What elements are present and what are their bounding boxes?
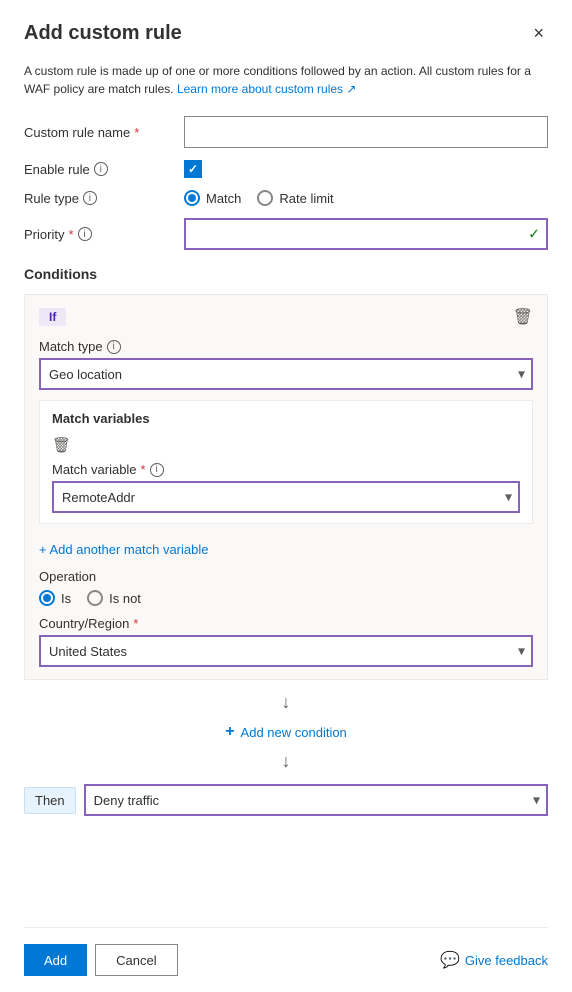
radio-rate-limit[interactable]: Rate limit xyxy=(257,190,333,206)
panel-title: Add custom rule xyxy=(24,22,182,45)
required-indicator: * xyxy=(134,125,139,140)
add-condition-label: Add new condition xyxy=(241,725,347,740)
operation-label: Operation xyxy=(39,569,533,584)
priority-label: Priority * i xyxy=(24,227,184,242)
operation-radio-group: Is Is not xyxy=(39,590,533,606)
match-type-select-wrapper: Geo location IP address String match Reg… xyxy=(39,358,533,390)
priority-control: 12 ✓ xyxy=(184,218,548,250)
then-action-select-wrapper: Deny traffic Allow traffic Log only Redi… xyxy=(84,784,548,816)
feedback-label: Give feedback xyxy=(465,953,548,968)
if-block: If 🗑 Match type i Geo location IP addres… xyxy=(24,294,548,680)
country-region-section: Country/Region * United States Canada Un… xyxy=(39,616,533,667)
rule-type-row: Rule type i Match Rate limit xyxy=(24,190,548,206)
radio-is-not[interactable]: Is not xyxy=(87,590,141,606)
radio-is-inner xyxy=(43,594,51,602)
conditions-section: Conditions If 🗑 Match type i Geo locatio… xyxy=(24,266,548,824)
enable-rule-checkbox-wrapper xyxy=(184,160,548,178)
add-match-variable-link[interactable]: + Add another match variable xyxy=(39,542,208,557)
rule-type-control: Match Rate limit xyxy=(184,190,548,206)
radio-match-label: Match xyxy=(206,191,241,206)
rule-name-input[interactable] xyxy=(184,116,548,148)
match-variable-label: Match variable * i xyxy=(52,462,520,477)
radio-rate-limit-label: Rate limit xyxy=(279,191,333,206)
match-type-row: Match type i Geo location IP address Str… xyxy=(39,339,533,390)
rule-type-info-icon[interactable]: i xyxy=(83,191,97,205)
match-variable-info-icon[interactable]: i xyxy=(150,463,164,477)
rule-name-label: Custom rule name * xyxy=(24,125,184,140)
then-row: Then Deny traffic Allow traffic Log only… xyxy=(24,784,548,816)
radio-is[interactable]: Is xyxy=(39,590,71,606)
give-feedback-link[interactable]: 💬 Give feedback xyxy=(440,950,548,970)
match-variables-section: Match variables 🗑 Match variable * i Rem… xyxy=(39,400,533,524)
operation-section: Operation Is Is not xyxy=(39,569,533,606)
if-block-delete-button[interactable]: 🗑 xyxy=(513,307,533,327)
match-variable-select-wrapper: RemoteAddr RequestMethod QueryString Pos… xyxy=(52,481,520,513)
enable-rule-row: Enable rule i xyxy=(24,160,548,178)
radio-is-not-label: Is not xyxy=(109,591,141,606)
match-variable-delete-button[interactable]: 🗑 xyxy=(52,436,71,454)
add-condition-plus-icon: + xyxy=(225,723,234,741)
external-link-icon: ↗ xyxy=(346,82,356,96)
priority-required: * xyxy=(68,227,73,242)
country-region-label: Country/Region * xyxy=(39,616,533,631)
radio-is-label: Is xyxy=(61,591,71,606)
add-condition-container: + Add new condition xyxy=(24,719,548,745)
radio-match-outer xyxy=(184,190,200,206)
enable-rule-control xyxy=(184,160,548,178)
radio-rate-limit-outer xyxy=(257,190,273,206)
enable-rule-info-icon[interactable]: i xyxy=(94,162,108,176)
add-custom-rule-panel: Add custom rule × A custom rule is made … xyxy=(0,0,572,992)
rule-name-row: Custom rule name * xyxy=(24,116,548,148)
if-header: If 🗑 xyxy=(39,307,533,327)
footer-actions: Add Cancel xyxy=(24,944,178,976)
country-region-select-wrapper: United States Canada United Kingdom Germ… xyxy=(39,635,533,667)
connector-arrow-1: ↓ xyxy=(24,688,548,717)
match-type-select[interactable]: Geo location IP address String match Reg… xyxy=(39,358,533,390)
conditions-title: Conditions xyxy=(24,266,548,282)
priority-info-icon[interactable]: i xyxy=(78,227,92,241)
description-text: A custom rule is made up of one or more … xyxy=(24,62,548,98)
rule-name-control xyxy=(184,116,548,148)
country-region-select[interactable]: United States Canada United Kingdom Germ… xyxy=(39,635,533,667)
priority-check-icon: ✓ xyxy=(528,226,540,243)
enable-rule-checkbox[interactable] xyxy=(184,160,202,178)
feedback-icon: 💬 xyxy=(440,950,460,970)
then-badge: Then xyxy=(24,787,76,814)
mv-header: 🗑 xyxy=(52,436,520,454)
rule-type-label: Rule type i xyxy=(24,191,184,206)
match-type-label: Match type i xyxy=(39,339,533,354)
if-badge: If xyxy=(39,308,66,326)
rule-type-radio-group: Match Rate limit xyxy=(184,190,548,206)
down-arrow-icon-2: ↓ xyxy=(282,751,291,772)
radio-is-outer xyxy=(39,590,55,606)
then-action-select[interactable]: Deny traffic Allow traffic Log only Redi… xyxy=(84,784,548,816)
add-condition-button[interactable]: + Add new condition xyxy=(217,719,355,745)
match-variable-required: * xyxy=(141,462,146,477)
radio-is-not-outer xyxy=(87,590,103,606)
add-button[interactable]: Add xyxy=(24,944,87,976)
match-variables-title: Match variables xyxy=(52,411,520,426)
footer: Add Cancel 💬 Give feedback xyxy=(24,927,548,976)
cancel-button[interactable]: Cancel xyxy=(95,944,177,976)
learn-more-link[interactable]: Learn more about custom rules ↗ xyxy=(177,82,357,96)
match-type-info-icon[interactable]: i xyxy=(107,340,121,354)
panel-header: Add custom rule × xyxy=(24,20,548,46)
down-arrow-icon-1: ↓ xyxy=(282,692,291,713)
priority-wrapper: 12 ✓ xyxy=(184,218,548,250)
priority-row: Priority * i 12 ✓ xyxy=(24,218,548,250)
enable-rule-label: Enable rule i xyxy=(24,162,184,177)
connector-arrow-2: ↓ xyxy=(24,747,548,776)
priority-input[interactable]: 12 xyxy=(184,218,548,250)
radio-match-inner xyxy=(188,194,196,202)
country-required: * xyxy=(133,616,138,631)
radio-match[interactable]: Match xyxy=(184,190,241,206)
close-button[interactable]: × xyxy=(529,20,548,46)
match-variable-select[interactable]: RemoteAddr RequestMethod QueryString Pos… xyxy=(52,481,520,513)
